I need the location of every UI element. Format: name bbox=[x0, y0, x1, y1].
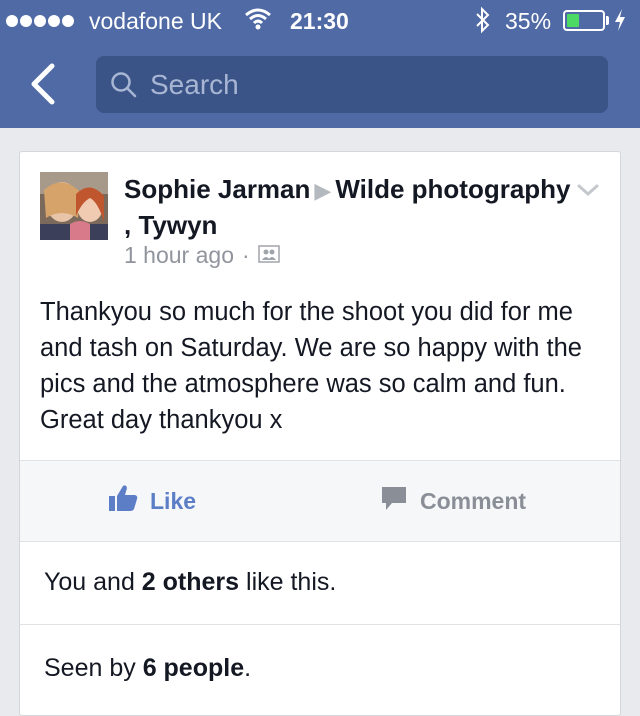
clock-time: 21:30 bbox=[290, 8, 349, 34]
author-name-link[interactable]: Sophie Jarman bbox=[124, 174, 310, 204]
app-header: vodafone UK 21:30 35% bbox=[0, 0, 640, 128]
status-bar: vodafone UK 21:30 35% bbox=[0, 0, 640, 42]
avatar[interactable] bbox=[40, 172, 108, 240]
search-icon bbox=[110, 71, 138, 104]
search-bar[interactable] bbox=[96, 56, 608, 113]
post-actions-bar: Like Comment bbox=[20, 460, 620, 542]
post-meta: 1 hour ago · bbox=[124, 242, 280, 269]
battery-percent: 35% bbox=[505, 8, 552, 34]
battery-level-fill bbox=[567, 14, 579, 27]
post-timestamp[interactable]: 1 hour ago bbox=[124, 242, 234, 269]
seen-count: 6 people bbox=[142, 653, 245, 682]
likes-prefix: You and bbox=[44, 568, 142, 596]
seen-by-summary[interactable]: Seen by 6 people. bbox=[20, 626, 620, 710]
battery-icon bbox=[563, 10, 605, 31]
carrier-name: vodafone UK bbox=[89, 8, 222, 34]
likes-summary[interactable]: You and 2 others like this. bbox=[20, 541, 620, 625]
meta-separator: · bbox=[241, 242, 250, 268]
audience-icon[interactable] bbox=[257, 242, 280, 269]
like-button[interactable]: Like bbox=[108, 461, 196, 541]
seen-suffix: . bbox=[244, 653, 252, 682]
back-arrow-icon[interactable] bbox=[24, 62, 64, 106]
search-input[interactable] bbox=[150, 56, 590, 113]
wifi-icon bbox=[244, 8, 272, 36]
seen-prefix: Seen by bbox=[44, 653, 143, 682]
post-card: Sophie Jarman ▶ Wilde photography , Tywyn … bbox=[19, 151, 621, 716]
chevron-down-icon[interactable] bbox=[576, 182, 600, 203]
signal-strength-icon bbox=[6, 15, 74, 27]
post-header: Sophie Jarman ▶ Wilde photography , Tywyn bbox=[124, 172, 574, 242]
comment-label: Comment bbox=[420, 487, 527, 514]
comment-button[interactable]: Comment bbox=[380, 461, 526, 541]
likes-count: 2 others bbox=[141, 568, 240, 596]
battery-nub bbox=[606, 16, 609, 25]
comment-bubble-icon bbox=[380, 485, 408, 517]
arrow-right-icon: ▶ bbox=[314, 178, 332, 203]
bluetooth-icon bbox=[474, 6, 492, 40]
charging-bolt-icon bbox=[613, 8, 627, 38]
likes-suffix: like this. bbox=[239, 568, 337, 596]
thumbs-up-icon bbox=[108, 484, 138, 518]
post-body: Thankyou so much for the shoot you did f… bbox=[40, 298, 582, 434]
like-label: Like bbox=[150, 487, 197, 514]
